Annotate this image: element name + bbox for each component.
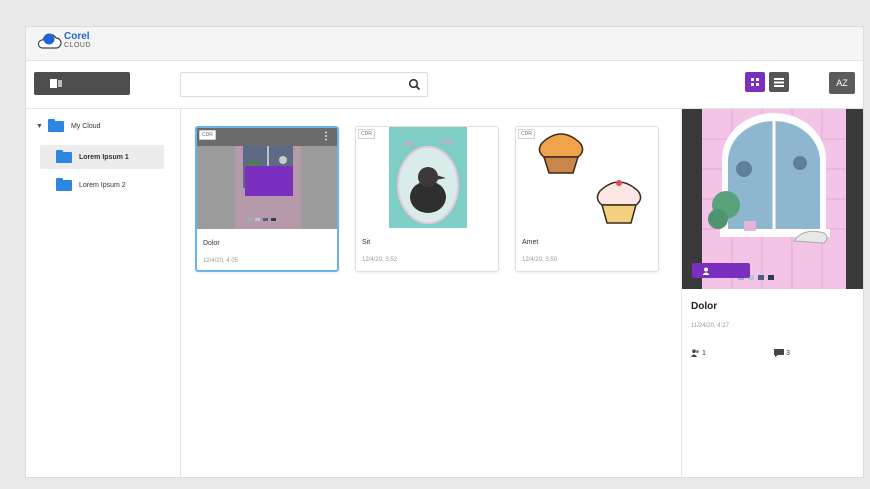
corel-cloud-logo[interactable]: Corel CLOUD — [36, 32, 91, 50]
share-button[interactable] — [692, 263, 750, 278]
detail-file-name: Dolor — [691, 301, 718, 312]
file-name: Dolor — [203, 240, 220, 247]
logo-brand-text: Corel — [64, 31, 90, 42]
file-thumbnail — [516, 127, 658, 228]
file-date: 12/4/20, 4:05 — [203, 258, 239, 264]
user-icon — [702, 267, 710, 275]
file-date: 12/4/20, 3:50 — [522, 257, 558, 263]
file-card-amet[interactable]: CDR Amet 12/4/20, 3:50 — [515, 126, 659, 272]
search-icon[interactable] — [408, 78, 421, 91]
logo-sub-text: CLOUD — [64, 42, 92, 49]
file-date: 12/4/20, 3:52 — [362, 257, 398, 263]
search-input[interactable] — [187, 73, 401, 96]
more-options-icon[interactable]: ⋮ — [321, 132, 331, 142]
file-type-badge: CDR — [358, 129, 375, 139]
folder-icon — [56, 149, 72, 163]
toolbar: AZ — [26, 60, 863, 109]
tree-root-my-cloud[interactable]: ▼ My Cloud — [36, 119, 101, 132]
tree-root-label: My Cloud — [70, 123, 101, 130]
list-view-icon — [774, 78, 784, 87]
preview-image — [682, 109, 863, 289]
upload-icon — [50, 79, 62, 88]
sidebar-item-lorem-ipsum-1[interactable]: Lorem Ipsum 1 — [40, 145, 164, 169]
file-type-badge: CDR — [199, 130, 216, 140]
file-type-badge: CDR — [518, 129, 535, 139]
file-name: Sit — [362, 239, 371, 246]
sidebar-item-lorem-ipsum-2[interactable]: Lorem Ipsum 2 — [40, 173, 164, 197]
detail-file-date: 11/24/20, 4:27 — [691, 323, 729, 329]
corel-cloud-window: Corel CLOUD AZ ▼ My Cloud Lorem Ipsum 1 … — [25, 26, 864, 478]
grid-view-button[interactable] — [745, 72, 765, 92]
users-count-value: 1 — [702, 349, 706, 357]
upload-button[interactable] — [34, 72, 130, 95]
list-view-button[interactable] — [769, 72, 789, 92]
top-bar: Corel CLOUD — [26, 27, 863, 61]
sort-label: AZ — [836, 78, 848, 88]
folder-icon — [56, 177, 72, 191]
cloud-logo-icon — [37, 33, 62, 49]
sidebar-item-label: Lorem Ipsum 2 — [79, 181, 126, 189]
folder-sidebar: ▼ My Cloud Lorem Ipsum 1 Lorem Ipsum 2 — [26, 109, 181, 477]
sidebar-item-label: Lorem Ipsum 1 — [79, 153, 129, 161]
comments-count[interactable]: 3 — [774, 349, 790, 357]
comment-icon — [774, 349, 784, 357]
file-name: Amet — [522, 239, 539, 246]
details-panel: Dolor 11/24/20, 4:27 1 3 — [681, 109, 863, 477]
shared-users-count[interactable]: 1 — [691, 349, 706, 357]
expand-caret-icon[interactable]: ▼ — [36, 123, 43, 130]
grid-view-icon — [751, 78, 759, 86]
file-card-dolor[interactable]: CDR ⋮ Dolor 12/4/20, 4:05 — [195, 126, 339, 272]
file-thumbnail — [197, 128, 337, 229]
file-card-sit[interactable]: CDR Sit 12/4/20, 3:52 — [355, 126, 499, 272]
comments-count-value: 3 — [786, 349, 790, 357]
file-thumbnail — [356, 127, 498, 228]
folder-icon — [47, 119, 64, 132]
sort-az-button[interactable]: AZ — [829, 72, 855, 94]
users-icon — [691, 349, 699, 357]
search-box[interactable] — [180, 72, 428, 97]
